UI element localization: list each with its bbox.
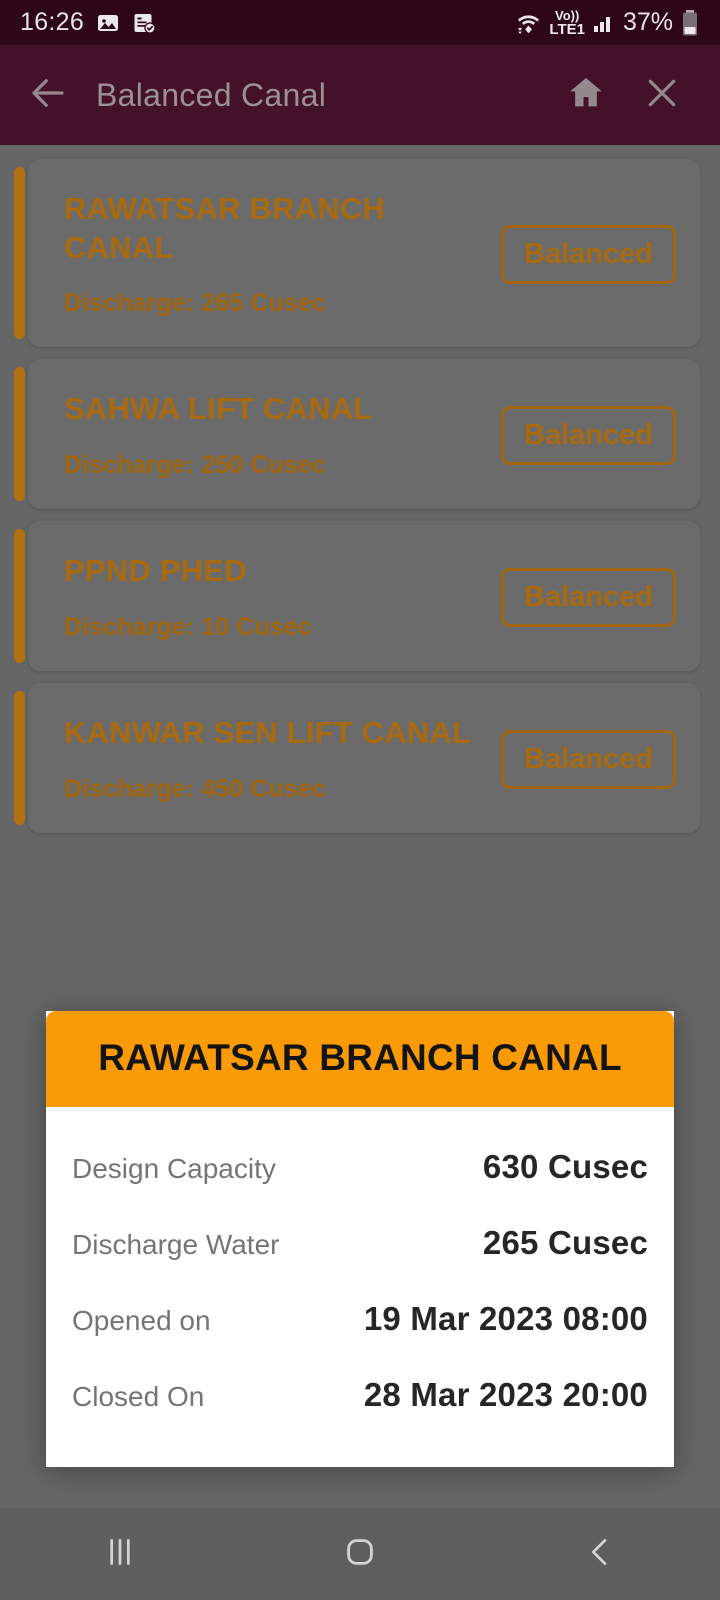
canal-card-text: KANWAR SEN LIFT CANAL Discharge: 450 Cus…	[64, 714, 501, 804]
recents-icon	[100, 1532, 140, 1577]
canal-discharge: Discharge: 250 Cusec	[64, 450, 326, 479]
dialog-header: RAWATSAR BRANCH CANAL	[46, 1011, 674, 1107]
detail-label: Discharge Water	[72, 1229, 280, 1260]
canal-detail-dialog: RAWATSAR BRANCH CANAL Design Capacity 63…	[46, 1011, 674, 1467]
canal-discharge: Discharge: 10 Cusec	[64, 612, 312, 641]
close-icon	[642, 79, 682, 117]
detail-row: Design Capacity 630 Cusec	[72, 1129, 648, 1205]
status-accent-bar	[14, 691, 25, 825]
detail-label: Design Capacity	[72, 1153, 276, 1184]
status-bar-left: 16:26	[20, 8, 156, 37]
detail-value: 265 Cusec	[482, 1224, 648, 1261]
detail-value: 19 Mar 2023 08:00	[363, 1300, 648, 1337]
canal-card[interactable]: RAWATSAR BRANCH CANAL Discharge: 265 Cus…	[28, 159, 700, 347]
home-button[interactable]	[566, 73, 606, 118]
status-badge: Balanced	[501, 567, 676, 627]
android-nav-bar	[0, 1508, 720, 1600]
status-accent-bar	[14, 167, 25, 339]
battery-percent-label: 37%	[622, 8, 673, 36]
dialog-title: RAWATSAR BRANCH CANAL	[98, 1037, 622, 1078]
image-icon	[96, 11, 120, 35]
wifi-icon	[515, 11, 542, 35]
status-bar: 16:26 Vo)) LTE1 37%	[0, 0, 720, 45]
detail-row: Closed On 28 Mar 2023 20:00	[72, 1357, 648, 1433]
canal-list-item[interactable]: RAWATSAR BRANCH CANAL Discharge: 265 Cus…	[14, 159, 700, 347]
home-icon	[566, 77, 606, 117]
signal-bars-icon	[592, 11, 616, 35]
canal-name: SAHWA LIFT CANAL	[64, 391, 373, 427]
volte-bottom-label: LTE1	[549, 20, 585, 38]
battery-icon	[680, 9, 700, 37]
canal-name: PPND PHED	[64, 553, 247, 589]
close-button[interactable]	[642, 73, 682, 118]
canal-card[interactable]: SAHWA LIFT CANAL Discharge: 250 Cusec Ba…	[28, 359, 700, 509]
canal-card-text: SAHWA LIFT CANAL Discharge: 250 Cusec	[64, 390, 501, 480]
detail-value: 28 Mar 2023 20:00	[363, 1376, 648, 1413]
home-square-icon	[339, 1531, 381, 1578]
canal-discharge: Discharge: 265 Cusec	[64, 289, 326, 318]
detail-value: 630 Cusec	[482, 1148, 648, 1185]
canal-card[interactable]: KANWAR SEN LIFT CANAL Discharge: 450 Cus…	[28, 683, 700, 833]
volte-icon: Vo)) LTE1	[549, 9, 585, 37]
canal-card-text: PPND PHED Discharge: 10 Cusec	[64, 552, 501, 642]
detail-row: Opened on 19 Mar 2023 08:00	[72, 1281, 648, 1357]
canal-list-item[interactable]: SAHWA LIFT CANAL Discharge: 250 Cusec Ba…	[14, 359, 700, 509]
document-check-icon	[132, 11, 156, 35]
canal-card-text: RAWATSAR BRANCH CANAL Discharge: 265 Cus…	[64, 190, 501, 319]
canal-list-item[interactable]: KANWAR SEN LIFT CANAL Discharge: 450 Cus…	[14, 683, 700, 833]
home-nav-button[interactable]	[280, 1508, 440, 1600]
detail-label: Opened on	[72, 1305, 211, 1336]
back-arrow-icon	[27, 72, 69, 119]
status-badge: Balanced	[501, 224, 676, 284]
status-badge: Balanced	[501, 729, 676, 789]
canal-list-item[interactable]: PPND PHED Discharge: 10 Cusec Balanced	[14, 521, 700, 671]
status-badge: Balanced	[501, 405, 676, 465]
app-bar-actions	[566, 73, 720, 118]
canal-name: KANWAR SEN LIFT CANAL	[64, 715, 472, 751]
canal-card[interactable]: PPND PHED Discharge: 10 Cusec Balanced	[28, 521, 700, 671]
detail-row: Discharge Water 265 Cusec	[72, 1205, 648, 1281]
canal-discharge: Discharge: 450 Cusec	[64, 774, 326, 803]
back-chevron-icon	[580, 1532, 620, 1577]
dialog-body: Design Capacity 630 Cusec Discharge Wate…	[46, 1107, 674, 1467]
status-clock: 16:26	[20, 8, 85, 36]
recents-button[interactable]	[40, 1508, 200, 1600]
app-bar: Balanced Canal	[0, 45, 720, 145]
back-button[interactable]	[0, 72, 96, 119]
canal-name: RAWATSAR BRANCH CANAL	[64, 190, 386, 265]
status-accent-bar	[14, 367, 25, 501]
status-accent-bar	[14, 529, 25, 663]
back-nav-button[interactable]	[520, 1508, 680, 1600]
detail-label: Closed On	[72, 1381, 205, 1412]
page-title: Balanced Canal	[96, 76, 327, 113]
status-bar-right: Vo)) LTE1 37%	[515, 8, 700, 37]
volte-top-label: Vo))	[555, 7, 580, 23]
